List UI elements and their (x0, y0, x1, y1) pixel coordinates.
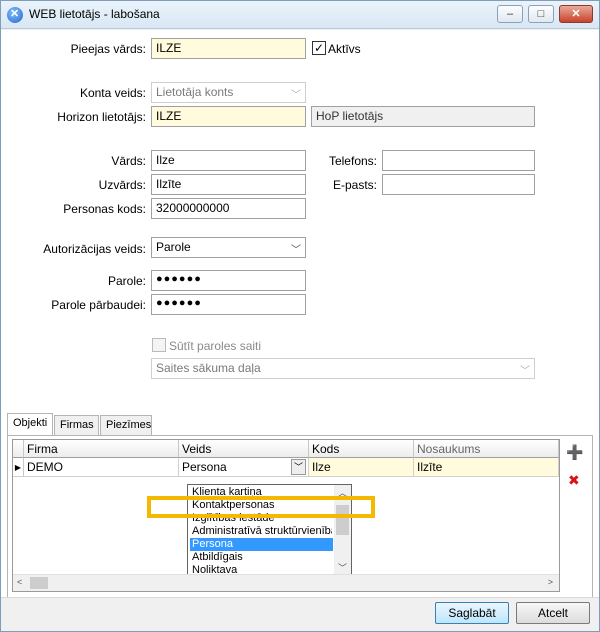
cell-veids[interactable]: Persona ﹀ (179, 458, 309, 477)
cell-firma[interactable]: DEMO (24, 458, 179, 477)
chevron-left-icon[interactable]: < (17, 577, 22, 587)
app-window: WEB lietotājs - labošana ‒ □ ✕ Pieejas v… (0, 0, 600, 632)
personas-kods-input[interactable]: 32000000000 (151, 198, 306, 219)
column-header-veids[interactable]: Veids (179, 440, 309, 458)
e-pasts-input[interactable] (382, 174, 535, 195)
delete-row-icon[interactable]: ✖ (568, 472, 580, 489)
konta-veids-value: Lietotāja konts (156, 85, 234, 99)
saites-sakuma-placeholder: Saites sākuma daļa (156, 361, 261, 375)
telefons-input[interactable] (382, 150, 535, 171)
tab-piezimes[interactable]: Piezīmes (100, 415, 152, 435)
maximize-button[interactable]: □ (528, 5, 554, 23)
cell-kods[interactable]: Ilze (309, 458, 414, 477)
cell-nosaukums[interactable]: Ilzīte (414, 458, 559, 477)
chevron-down-icon: ﹀ (520, 366, 530, 377)
dropdown-option-selected[interactable]: Persona (190, 538, 333, 551)
sutit-saiti-checkbox[interactable] (152, 338, 166, 352)
aktivs-label: Aktīvs (328, 42, 361, 56)
minimize-button[interactable]: ‒ (497, 5, 523, 23)
aktivs-checkbox[interactable]: ✓ (312, 41, 326, 55)
column-header-nosaukums[interactable]: Nosaukums (414, 440, 559, 458)
row-pointer-icon: ▶ (13, 458, 24, 477)
vards-input[interactable]: Ilze (151, 150, 306, 171)
dialog-footer: Saglabāt Atcelt (1, 597, 599, 631)
column-header-firma[interactable]: Firma (24, 440, 179, 458)
dropdown-option[interactable]: Administratīvā struktūrvienība (190, 525, 332, 538)
vards-label: Vārds: (111, 154, 146, 168)
parole-label: Parole: (107, 274, 146, 288)
column-header-kods[interactable]: Kods (309, 440, 414, 458)
title-bar: WEB lietotājs - labošana ‒ □ ✕ (1, 1, 599, 29)
konta-veids-label: Konta veids: (79, 86, 146, 100)
chevron-right-icon[interactable]: > (548, 577, 553, 587)
autorizacijas-veids-select[interactable]: Parole ﹀ (151, 237, 306, 258)
sutit-saiti-label: Sūtīt paroles saiti (169, 339, 262, 353)
konta-veids-select[interactable]: Lietotāja konts ﹀ (151, 82, 306, 103)
uzvards-label: Uzvārds: (98, 178, 146, 192)
pieejas-vards-input[interactable]: ILZE (151, 38, 306, 59)
chevron-down-icon: ﹀ (291, 90, 301, 101)
parole-parbaude-input[interactable]: ●●●●●● (151, 294, 306, 315)
pieejas-vards-label: Pieejas vārds: (70, 42, 146, 56)
chevron-down-icon: ﹀ (291, 245, 301, 256)
tab-firmas[interactable]: Firmas (54, 415, 99, 435)
add-row-icon[interactable]: ➕ (566, 444, 583, 461)
scrollbar-thumb[interactable] (30, 577, 48, 589)
chevron-down-icon[interactable]: ﹀ (338, 561, 347, 574)
autorizacijas-veids-value: Parole (156, 240, 191, 254)
horizon-lietotajs-label: Horizon lietotājs: (57, 110, 146, 124)
cell-veids-value: Persona (182, 460, 227, 474)
e-pasts-label: E-pasts: (332, 178, 377, 192)
horizon-role-display: HoP lietotājs (311, 106, 535, 127)
personas-kods-label: Personas kods: (63, 202, 146, 216)
saites-sakuma-select[interactable]: Saites sākuma daļa ﹀ (151, 358, 535, 379)
row-header-corner (13, 440, 24, 458)
tab-objekti[interactable]: Objekti (7, 413, 53, 435)
app-logo-icon (7, 7, 23, 23)
chevron-down-icon[interactable]: ﹀ (291, 459, 306, 475)
form-content: Pieejas vārds: ILZE ✓ Aktīvs Konta veids… (1, 30, 599, 631)
window-title: WEB lietotājs - labošana (29, 7, 160, 21)
parole-input[interactable]: ●●●●●● (151, 270, 306, 291)
cancel-button[interactable]: Atcelt (516, 602, 590, 624)
save-button[interactable]: Saglabāt (435, 602, 509, 624)
dropdown-option[interactable]: Atbildīgais (190, 551, 332, 564)
parole-parbaude-label: Parole pārbaudei: (51, 298, 146, 312)
horizon-lietotajs-input[interactable]: ILZE (151, 106, 306, 127)
grid-horizontal-scrollbar[interactable]: < > (13, 574, 559, 591)
uzvards-input[interactable]: Ilzīte (151, 174, 306, 195)
autorizacijas-veids-label: Autorizācijas veids: (43, 242, 146, 256)
selection-highlight-box (147, 496, 375, 518)
close-button[interactable]: ✕ (559, 5, 593, 23)
telefons-label: Telefons: (328, 154, 377, 168)
